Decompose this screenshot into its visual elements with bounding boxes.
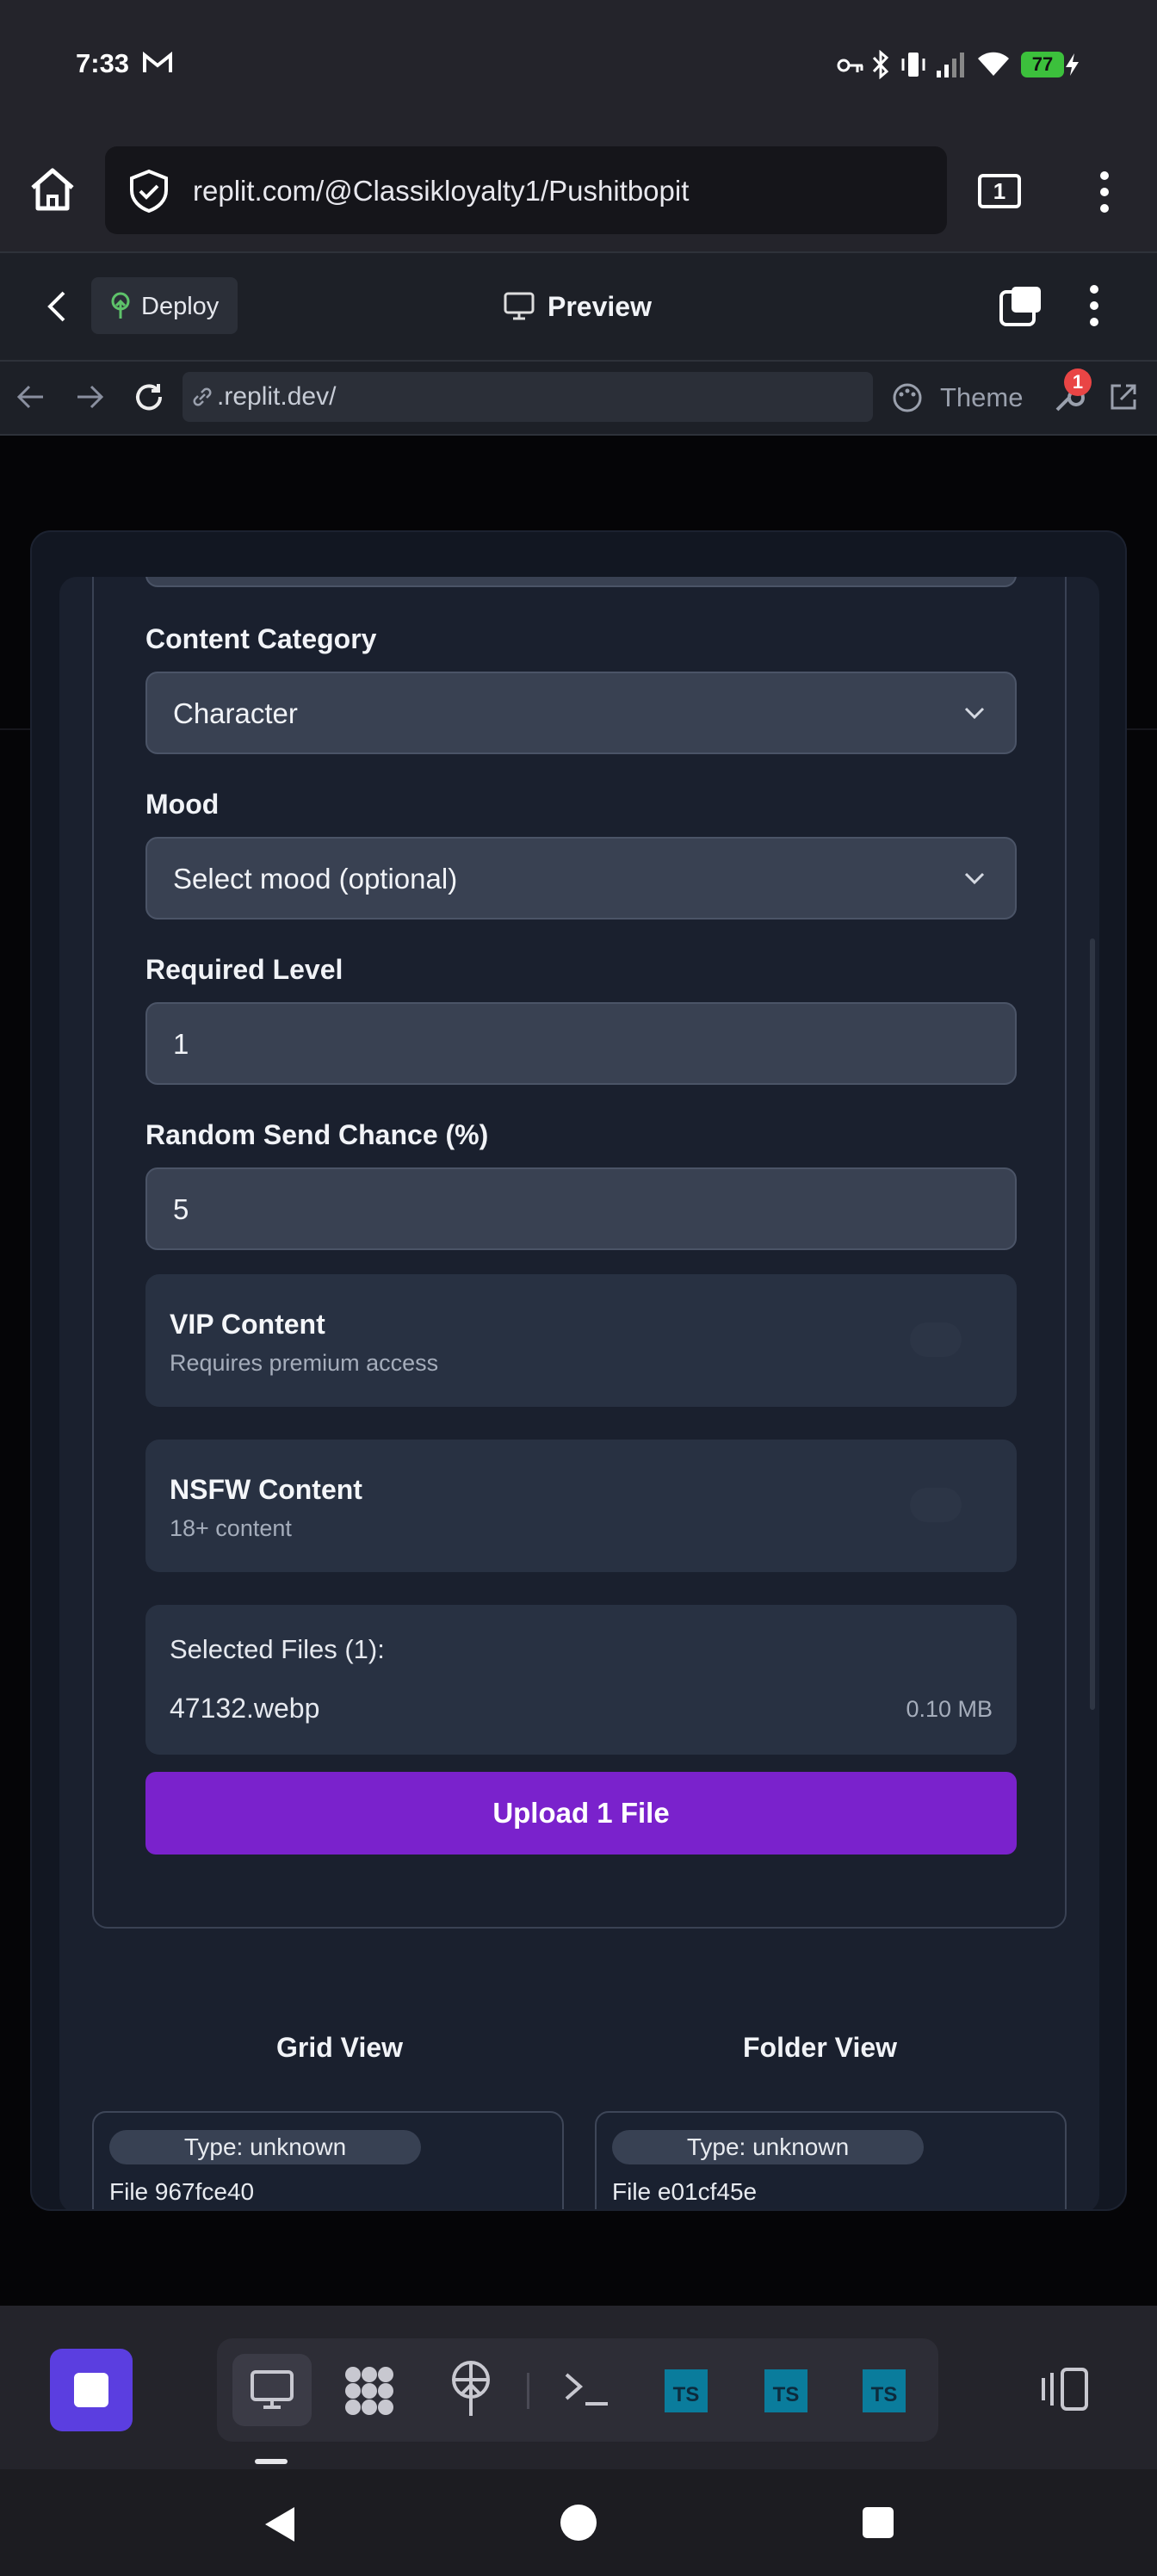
selected-files-label: Selected Files (1): [170,1634,385,1664]
system-nav-bar [0,2469,1157,2576]
bluetooth-icon [872,50,889,79]
preview-title: Preview [548,291,652,322]
modal-panel: Content Category Character Mood Select m… [30,530,1127,2211]
palette-icon[interactable] [892,382,923,413]
scrollbar[interactable] [1090,938,1095,1710]
file-card-name: File e01cf45e [612,2178,758,2205]
shell-icon[interactable] [563,2369,611,2407]
open-external-icon[interactable] [1109,382,1138,412]
upload-button[interactable]: Upload 1 File [145,1772,1017,1855]
nsfw-toggle-row[interactable]: NSFW Content 18+ content [145,1440,1017,1572]
layout-toggle-icon[interactable] [1040,2366,1092,2412]
category-select[interactable]: Character [145,672,1017,754]
system-back-icon[interactable] [260,2504,298,2545]
vip-subtitle: Requires premium access [170,1350,439,1376]
type-badge: Type: unknown [109,2130,421,2164]
selected-files-panel: Selected Files (1): 47132.webp 0.10 MB [145,1605,1017,1755]
vip-switch[interactable] [910,1322,962,1357]
packages-icon[interactable] [343,2364,396,2418]
nsfw-title: NSFW Content [170,1474,362,1505]
mood-label: Mood [145,789,220,820]
file-size: 0.10 MB [906,1696,993,1722]
status-bar: 7:33 77 [0,0,1157,129]
mood-select[interactable]: Select mood (optional) [145,837,1017,920]
upload-form-card: Content Category Character Mood Select m… [92,577,1067,1929]
gmail-icon [143,52,172,72]
link-icon [193,387,212,406]
category-label: Content Category [145,623,377,654]
url-text[interactable]: replit.com/@Classikloyalty1/Pushitbopit [193,175,689,207]
dock-tab-preview[interactable] [232,2354,312,2426]
notification-badge: 1 [1064,368,1092,396]
home-icon[interactable] [28,165,77,215]
chance-value: 5 [173,1193,189,1225]
battery-indicator: 77 [1021,52,1064,77]
shield-check-icon[interactable] [127,169,170,214]
level-label: Required Level [145,954,343,985]
system-home-icon[interactable] [560,2504,597,2542]
signal-icon [937,53,964,77]
stop-icon [74,2373,108,2407]
deploy-label: Deploy [141,293,220,320]
vip-toggle-row[interactable]: VIP Content Requires premium access [145,1274,1017,1407]
theme-label[interactable]: Theme [940,382,1023,413]
deploy-icon [111,292,130,319]
previous-field[interactable] [145,577,1017,587]
split-pane-icon[interactable] [999,284,1043,329]
preview-address-text[interactable]: .replit.dev/ [217,382,336,412]
chance-label: Random Send Chance (%) [145,1119,489,1150]
nsfw-switch[interactable] [910,1488,962,1522]
monitor-icon [251,2370,294,2409]
file-card[interactable]: Type: unknown File e01cf45e [595,2111,1067,2209]
chevron-down-icon [964,872,985,885]
stop-button[interactable] [50,2349,133,2431]
refresh-icon[interactable] [133,381,165,413]
deployments-icon[interactable] [446,2359,496,2419]
active-tab-indicator [255,2459,288,2464]
category-value: Character [173,697,298,729]
key-icon [837,59,863,72]
monitor-icon [504,292,535,320]
charging-icon [1066,53,1079,76]
level-value: 1 [173,1028,189,1060]
typescript-file-tab[interactable]: TS [863,2369,906,2412]
chevron-down-icon [964,707,985,720]
required-level-input[interactable]: 1 [145,1002,1017,1085]
preview-menu-icon[interactable] [1088,284,1100,327]
file-name: 47132.webp [170,1693,320,1724]
dock-divider [527,2373,529,2409]
tab-grid-view[interactable]: Grid View [276,2032,403,2064]
file-card[interactable]: Type: unknown File 967fce40 [92,2111,564,2209]
vibrate-icon [901,53,925,77]
forward-arrow-icon[interactable] [74,384,105,410]
vip-title: VIP Content [170,1309,325,1340]
file-card-name: File 967fce40 [109,2178,255,2205]
tab-folder-view[interactable]: Folder View [743,2032,897,2064]
nsfw-subtitle: 18+ content [170,1515,292,1541]
type-badge: Type: unknown [612,2130,924,2164]
upload-form-container: Content Category Character Mood Select m… [59,577,1099,2209]
typescript-file-tab[interactable]: TS [665,2369,708,2412]
browser-menu-icon[interactable] [1098,170,1111,214]
send-chance-input[interactable]: 5 [145,1167,1017,1250]
mood-value: Select mood (optional) [173,863,458,895]
back-arrow-icon[interactable] [15,384,46,410]
clock: 7:33 [76,48,130,78]
tab-switcher-button[interactable]: 1 [978,174,1021,208]
back-chevron-icon[interactable] [46,289,67,324]
typescript-file-tab[interactable]: TS [764,2369,807,2412]
system-recents-icon[interactable] [861,2505,895,2540]
wifi-icon [978,52,1009,76]
